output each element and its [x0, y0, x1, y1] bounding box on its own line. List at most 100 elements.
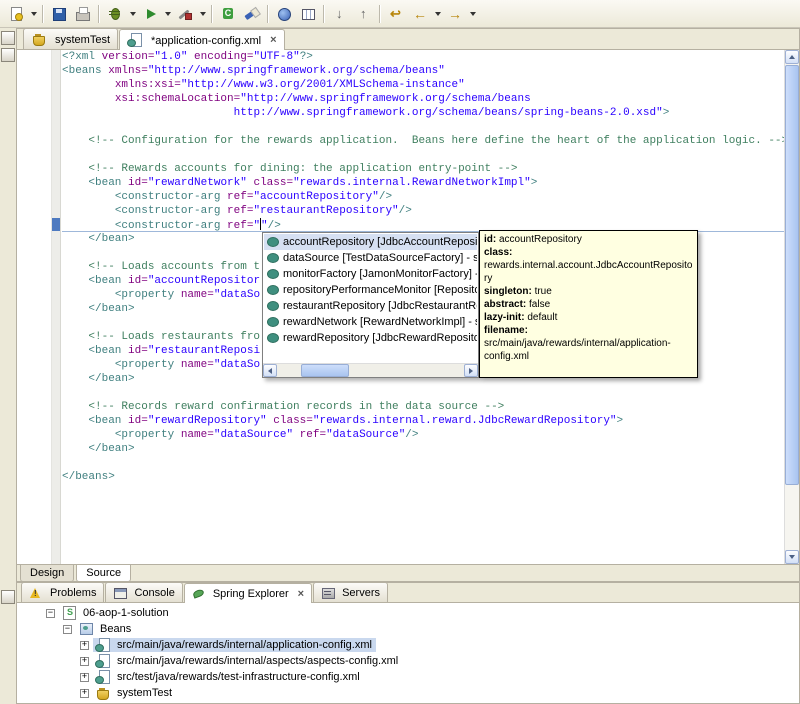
- code-line[interactable]: <property name="dataSource" ref="dataSou…: [62, 428, 784, 442]
- tree-expander[interactable]: +: [80, 688, 89, 698]
- forward-button[interactable]: [443, 2, 467, 26]
- code-token: "dataSo: [213, 359, 261, 371]
- tree-item-beans[interactable]: − Beans: [17, 621, 799, 637]
- code-line[interactable]: [62, 148, 784, 162]
- fastview-button-1[interactable]: [1, 31, 15, 45]
- code-line[interactable]: <bean id="rewardNetwork" class="rewards.…: [62, 176, 784, 190]
- code-token: id=: [128, 345, 148, 357]
- assist-hscrollbar[interactable]: [263, 363, 478, 377]
- debug-button[interactable]: [103, 2, 127, 26]
- tooltip-field: singleton: true: [484, 285, 693, 298]
- close-view-icon[interactable]: ×: [298, 588, 304, 599]
- tree-item-06-aop-1-solution[interactable]: − 06-aop-1-solution: [17, 605, 799, 621]
- show-table-button[interactable]: [296, 2, 320, 26]
- previous-annotation-button[interactable]: [352, 2, 376, 26]
- code-line[interactable]: <constructor-arg ref="accountRepository"…: [62, 190, 784, 204]
- code-token: />: [398, 205, 412, 217]
- code-line[interactable]: <?xml version="1.0" encoding="UTF-8"?>: [62, 50, 784, 64]
- bean-icon: [267, 285, 279, 295]
- fastview-button-2[interactable]: [1, 48, 15, 62]
- last-edit-location-button[interactable]: [384, 2, 408, 26]
- code-line[interactable]: xsi:schemaLocation="http://www.springfra…: [62, 92, 784, 106]
- tree-expander[interactable]: +: [80, 672, 89, 682]
- editor-tab-systemtest[interactable]: systemTest: [23, 28, 119, 49]
- run-button[interactable]: [138, 2, 162, 26]
- save-button[interactable]: [47, 2, 71, 26]
- spring-icon: [192, 588, 207, 600]
- scroll-down-button[interactable]: [785, 550, 799, 564]
- assist-item[interactable]: repositoryPerformanceMonitor [Repository…: [264, 282, 477, 298]
- open-web-browser-button[interactable]: [272, 2, 296, 26]
- forward-dropdown[interactable]: [467, 3, 478, 25]
- assist-scroll-right-button[interactable]: [464, 364, 478, 377]
- code-line[interactable]: [62, 120, 784, 134]
- code-line[interactable]: http://www.springframework.org/schema/be…: [62, 106, 784, 120]
- fastview-button-3[interactable]: [1, 590, 15, 604]
- problems-icon: [29, 587, 44, 599]
- tree-expander[interactable]: +: [80, 640, 89, 650]
- assist-item[interactable]: rewardNetwork [RewardNetworkImpl] - src/…: [264, 314, 477, 330]
- code-line[interactable]: xmlns:xsi="http://www.w3.org/2001/XMLSch…: [62, 78, 784, 92]
- new-wizard-dropdown[interactable]: [28, 3, 39, 25]
- code-line[interactable]: <beans xmlns="http://www.springframework…: [62, 64, 784, 78]
- assist-item[interactable]: rewardRepository [JdbcRewardRepository] …: [264, 330, 477, 346]
- view-tab-console[interactable]: Console: [105, 582, 183, 602]
- assist-item[interactable]: monitorFactory [JamonMonitorFactory] - s…: [264, 266, 477, 282]
- search-button[interactable]: [240, 2, 264, 26]
- code-token: </bean>: [88, 303, 135, 315]
- tree-item-label: systemTest: [117, 687, 173, 699]
- code-line[interactable]: [62, 456, 784, 470]
- back-dropdown[interactable]: [432, 3, 443, 25]
- assist-item[interactable]: dataSource [TestDataSourceFactory] - src…: [264, 250, 477, 266]
- assist-scroll-left-button[interactable]: [263, 364, 277, 377]
- annotation-ruler[interactable]: [17, 50, 52, 564]
- arrow-left-icon: [268, 367, 272, 374]
- run-dropdown[interactable]: [162, 3, 173, 25]
- code-line[interactable]: <bean id="rewardRepository" class="rewar…: [62, 414, 784, 428]
- code-line[interactable]: <!-- Rewards accounts for dining: the ap…: [62, 162, 784, 176]
- code-line[interactable]: <!-- Configuration for the rewards appli…: [62, 134, 784, 148]
- external-tools-dropdown[interactable]: [197, 3, 208, 25]
- tooltip-field-label: singleton:: [484, 286, 532, 297]
- assist-scroll-thumb[interactable]: [301, 364, 349, 377]
- editor-tab-application-config-xml[interactable]: *application-config.xml ×: [119, 29, 285, 50]
- page-tab-design[interactable]: Design: [20, 565, 75, 582]
- new-wizard-button[interactable]: [4, 2, 28, 26]
- print-button[interactable]: [71, 2, 95, 26]
- scroll-up-button[interactable]: [785, 50, 799, 64]
- back-button[interactable]: [408, 2, 432, 26]
- editor-vscrollbar[interactable]: [784, 50, 799, 564]
- code-line[interactable]: [62, 386, 784, 400]
- tree-expander[interactable]: +: [80, 656, 89, 666]
- code-line[interactable]: <!-- Records reward confirmation records…: [62, 400, 784, 414]
- close-tab-icon[interactable]: ×: [270, 35, 276, 46]
- tree-expander[interactable]: −: [63, 624, 72, 634]
- scroll-thumb[interactable]: [785, 65, 799, 485]
- view-tab-spring-explorer[interactable]: Spring Explorer ×: [183, 583, 313, 603]
- print-icon: [75, 6, 91, 22]
- tree-item-systemtest[interactable]: + systemTest: [17, 685, 799, 701]
- tree-item-src-main-java-rewards-internal-aspects-aspects-config-xml[interactable]: + src/main/java/rewards/internal/aspects/…: [17, 653, 799, 669]
- tree-item-src-test-java-rewards-test-infrastructure-config-xml[interactable]: + src/test/java/rewards/test-infrastructu…: [17, 669, 799, 685]
- next-annotation-button[interactable]: [328, 2, 352, 26]
- tree-item-src-main-java-rewards-internal-application-config-xml[interactable]: + src/main/java/rewards/internal/applicat…: [17, 637, 799, 653]
- code-line[interactable]: </bean>: [62, 442, 784, 456]
- spring-project-icon: [61, 606, 78, 620]
- tree-expander[interactable]: −: [46, 608, 55, 618]
- code-line[interactable]: <constructor-arg ref="restaurantReposito…: [62, 204, 784, 218]
- debug-dropdown[interactable]: [127, 3, 138, 25]
- page-tab-source[interactable]: Source: [76, 565, 132, 582]
- assist-item[interactable]: restaurantRepository [JdbcRestaurantRepo…: [264, 298, 477, 314]
- assist-item[interactable]: accountRepository [JdbcAccountRepository…: [264, 234, 477, 250]
- code-line[interactable]: </beans>: [62, 470, 784, 484]
- bean-info-tooltip: id: accountRepository class: rewards.inte…: [479, 230, 698, 378]
- last-edit-location-icon: [388, 6, 404, 22]
- external-tools-button[interactable]: [173, 2, 197, 26]
- view-tab-servers[interactable]: Servers: [313, 582, 388, 602]
- assist-item-label: dataSource [TestDataSourceFactory] - src…: [283, 252, 477, 264]
- view-tab-problems[interactable]: Problems: [21, 582, 105, 602]
- new-java-class-button[interactable]: [216, 2, 240, 26]
